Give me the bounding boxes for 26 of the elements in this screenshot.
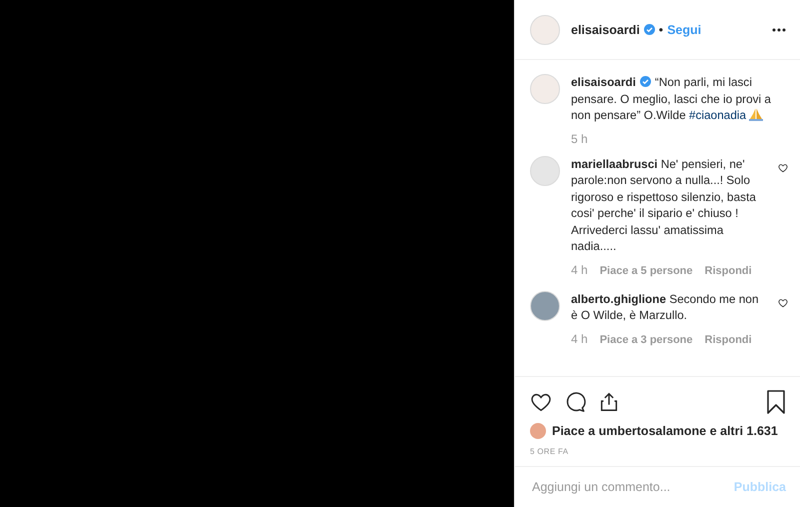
likes-summary[interactable]: Piace a umbertosalamone e altri 1.631 [552, 424, 778, 438]
more-options-icon[interactable] [772, 28, 786, 32]
likes-count[interactable]: Piace a 3 persone [600, 334, 693, 346]
bookmark-button[interactable] [766, 390, 786, 414]
like-button[interactable] [530, 391, 552, 413]
comment-text: mariellaabrusci Ne' pensieri, ne' parole:non servono a nulla...! Solo rigoroso e rispettoso silenzio, basta cosi' perche' il sipario e' chiuso ! Arrivederci lassu' amatissima nadia..... [571, 156, 757, 254]
separator-dot: • [658, 22, 664, 36]
like-icon[interactable] [778, 162, 788, 172]
username[interactable]: elisaisoardi [571, 22, 640, 36]
likes-count[interactable]: Piace a 5 persone [600, 264, 693, 276]
verified-badge-icon [644, 24, 655, 35]
timestamp: 5 h [571, 132, 588, 146]
post-date: 5 ORE FA [529, 446, 570, 458]
follow-button[interactable]: Segui [667, 22, 702, 36]
like-icon[interactable] [778, 298, 788, 308]
reply-button[interactable]: Rispondi [704, 334, 752, 346]
timestamp: 4 h [571, 262, 588, 276]
comment-button[interactable] [564, 391, 586, 413]
timestamp: 4 h [571, 332, 588, 346]
comment-text: alberto.ghiglione Secondo me non è O Wilde, è Marzullo. [571, 290, 760, 324]
verified-badge-icon [640, 76, 651, 87]
hashtag-link[interactable]: #ciaonadia [689, 108, 746, 122]
reply-button[interactable]: Rispondi [704, 264, 752, 276]
caption-text: elisaisoardi “Non parli, mi lasci pensare. O meglio, lasci che io provi a non pensare” O.Wilde #ciaonadia [571, 74, 772, 124]
avatar[interactable] [530, 290, 560, 320]
share-button[interactable] [598, 391, 620, 413]
